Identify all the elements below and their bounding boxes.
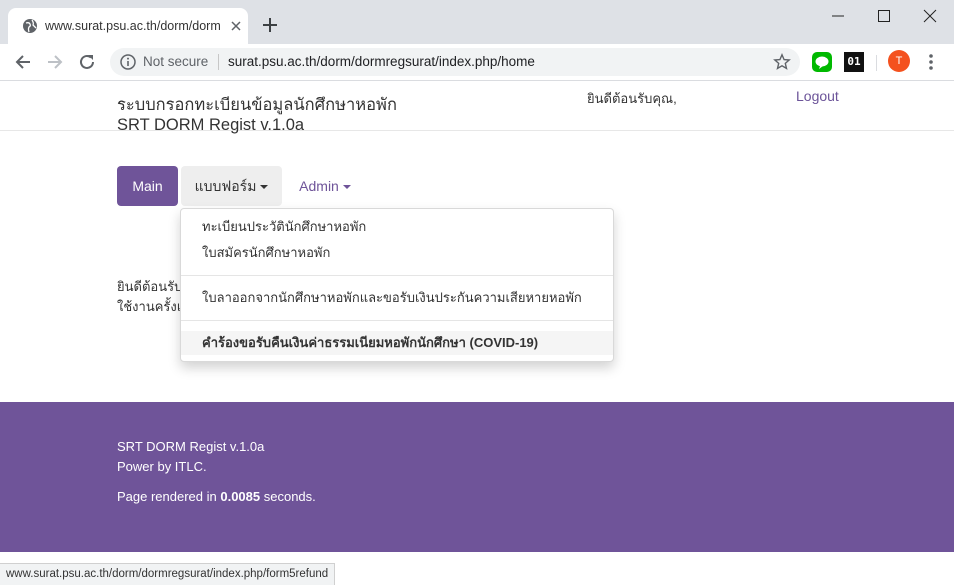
close-icon[interactable]	[229, 19, 243, 33]
welcome-body: ยินดีต้อนรับ ใช้งานครั้งแ	[117, 277, 185, 317]
maximize-icon	[878, 10, 890, 22]
url-text[interactable]: surat.psu.ac.th/dorm/dormregsurat/index.…	[228, 48, 535, 76]
render-time-value: 0.0085	[220, 489, 261, 504]
forms-dropdown-menu: ทะเบียนประวัตินักศึกษาหอพัก ใบสมัครนักศึ…	[180, 208, 614, 362]
caret-down-icon	[342, 185, 351, 190]
footer-render-time: Page rendered in 0.0085 seconds.	[117, 489, 316, 504]
site-title-thai: ระบบกรอกทะเบียนข้อมูลนักศึกษาหอพัก	[117, 96, 397, 114]
toolbar-divider	[876, 55, 877, 71]
browser-tab-strip: www.surat.psu.ac.th/dorm/dormregsurat/in…	[0, 0, 954, 44]
menu-item-dorm-application[interactable]: ใบสมัครนักศึกษาหอพัก	[181, 241, 613, 265]
web-page: ระบบกรอกทะเบียนข้อมูลนักศึกษาหอพัก SRT D…	[0, 81, 954, 584]
address-bar[interactable]: Not secure surat.psu.ac.th/dorm/dormregs…	[110, 48, 800, 76]
nav-forms-label: แบบฟอร์ม	[194, 178, 257, 194]
browser-toolbar: Not secure surat.psu.ac.th/dorm/dormregs…	[0, 44, 954, 81]
site-title-version: SRT DORM Regist v.1.0a	[117, 116, 305, 134]
welcome-body-line1: ยินดีต้อนรับ	[117, 279, 183, 294]
info-icon[interactable]	[120, 54, 136, 70]
site-header: ระบบกรอกทะเบียนข้อมูลนักศึกษาหอพัก SRT D…	[0, 81, 954, 134]
line-extension-icon[interactable]	[812, 52, 832, 72]
caret-down-icon	[260, 185, 269, 190]
site-footer: SRT DORM Regist v.1.0a Power by ITLC. Pa…	[0, 402, 954, 552]
nav-main[interactable]: Main	[117, 166, 178, 206]
close-window-button[interactable]	[907, 4, 953, 28]
more-vertical-icon[interactable]	[924, 52, 938, 72]
chat-bubble-icon	[815, 56, 829, 69]
menu-divider	[181, 320, 613, 321]
render-time-prefix: Page rendered in	[117, 489, 221, 504]
reload-icon[interactable]	[76, 51, 98, 73]
back-arrow-icon[interactable]	[12, 51, 34, 73]
forward-arrow-icon[interactable]	[44, 51, 66, 73]
nav-main-label: Main	[132, 178, 163, 194]
nav-admin-dropdown[interactable]: Admin	[287, 166, 363, 206]
minimize-button[interactable]	[815, 4, 861, 28]
menu-item-dorm-resignation[interactable]: ใบลาออกจากนักศึกษาหอพักและขอรับเงินประกั…	[181, 286, 613, 310]
profile-avatar[interactable]: T	[888, 50, 910, 72]
nav-admin-label: Admin	[299, 178, 339, 194]
plus-icon[interactable]	[261, 16, 279, 34]
globe-icon	[23, 19, 37, 33]
menu-item-dorm-registration[interactable]: ทะเบียนประวัตินักศึกษาหอพัก	[181, 215, 613, 239]
site-title: ระบบกรอกทะเบียนข้อมูลนักศึกษาหอพัก SRT D…	[117, 95, 397, 135]
logout-link[interactable]: Logout	[796, 88, 839, 104]
menu-divider	[181, 275, 613, 276]
maximize-button[interactable]	[861, 4, 907, 28]
welcome-text: ยินดีต้อนรับคุณ,	[587, 91, 677, 106]
security-label[interactable]: Not secure	[143, 48, 208, 76]
minimize-icon	[832, 15, 844, 17]
close-icon	[923, 9, 937, 23]
footer-credit: Power by ITLC.	[117, 459, 207, 474]
welcome-body-line2: ใช้งานครั้งแ	[117, 299, 186, 314]
extension-01-icon[interactable]: 01	[844, 52, 864, 72]
star-icon[interactable]	[773, 53, 791, 71]
menu-item-covid-refund[interactable]: คำร้องขอรับคืนเงินค่าธรรมเนียมหอพักนักศึ…	[181, 331, 613, 355]
tab-title: www.surat.psu.ac.th/dorm/dormregsurat/in…	[45, 19, 221, 33]
nav-forms-dropdown[interactable]: แบบฟอร์ม	[181, 166, 282, 206]
status-bar-url: www.surat.psu.ac.th/dorm/dormregsurat/in…	[0, 563, 336, 585]
render-time-suffix: seconds.	[260, 489, 316, 504]
browser-tab[interactable]: www.surat.psu.ac.th/dorm/dormregsurat/in…	[8, 8, 248, 44]
footer-version: SRT DORM Regist v.1.0a	[117, 439, 265, 454]
omnibox-divider	[218, 54, 219, 70]
